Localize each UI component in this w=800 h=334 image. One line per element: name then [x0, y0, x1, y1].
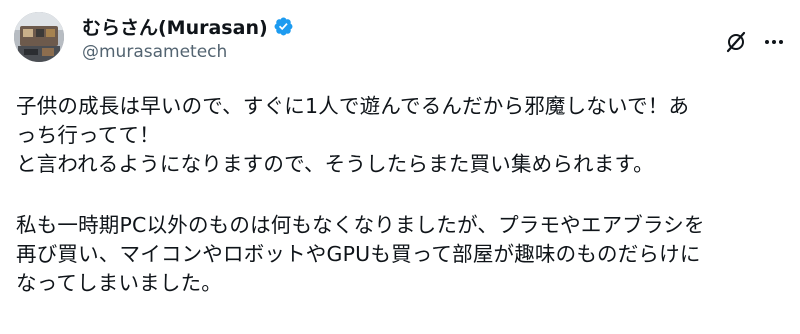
grok-slash-icon[interactable]	[724, 30, 748, 54]
display-name-row[interactable]: むらさん(Murasan)	[82, 13, 294, 39]
author-names: むらさん(Murasan) @murasametech	[82, 13, 294, 62]
author-handle[interactable]: @murasametech	[82, 42, 294, 62]
post-text-line: 私も一時期PC以外のものは何もなくなりましたが、プラモやエアブラシを	[16, 213, 705, 237]
post-text-line: と言われるようになりますので、そうしたらまた買い集められます。	[16, 152, 654, 176]
display-name[interactable]: むらさん(Murasan)	[82, 13, 268, 40]
post-card: むらさん(Murasan) @murasametech 子供の成長は早いので、す…	[0, 0, 800, 334]
post-text-line: なってしまいました。	[16, 271, 222, 295]
post-text-line: 子供の成長は早いので、すぐに1人で遊んでるんだから邪魔しないで！あ	[16, 94, 690, 118]
more-options-icon[interactable]	[762, 30, 786, 54]
post-header: むらさん(Murasan) @murasametech	[14, 8, 786, 66]
author-avatar[interactable]	[14, 12, 64, 62]
verified-badge-icon	[273, 16, 294, 37]
post-text-line: っち行ってて！	[16, 123, 160, 147]
post-text-line: 再び買い、マイコンやロボットやGPUも買って部屋が趣味のものだらけに	[16, 242, 701, 266]
avatar-photo-icon	[14, 12, 64, 62]
post-text: 子供の成長は早いので、すぐに1人で遊んでるんだから邪魔しないで！あ っち行ってて…	[16, 92, 788, 298]
